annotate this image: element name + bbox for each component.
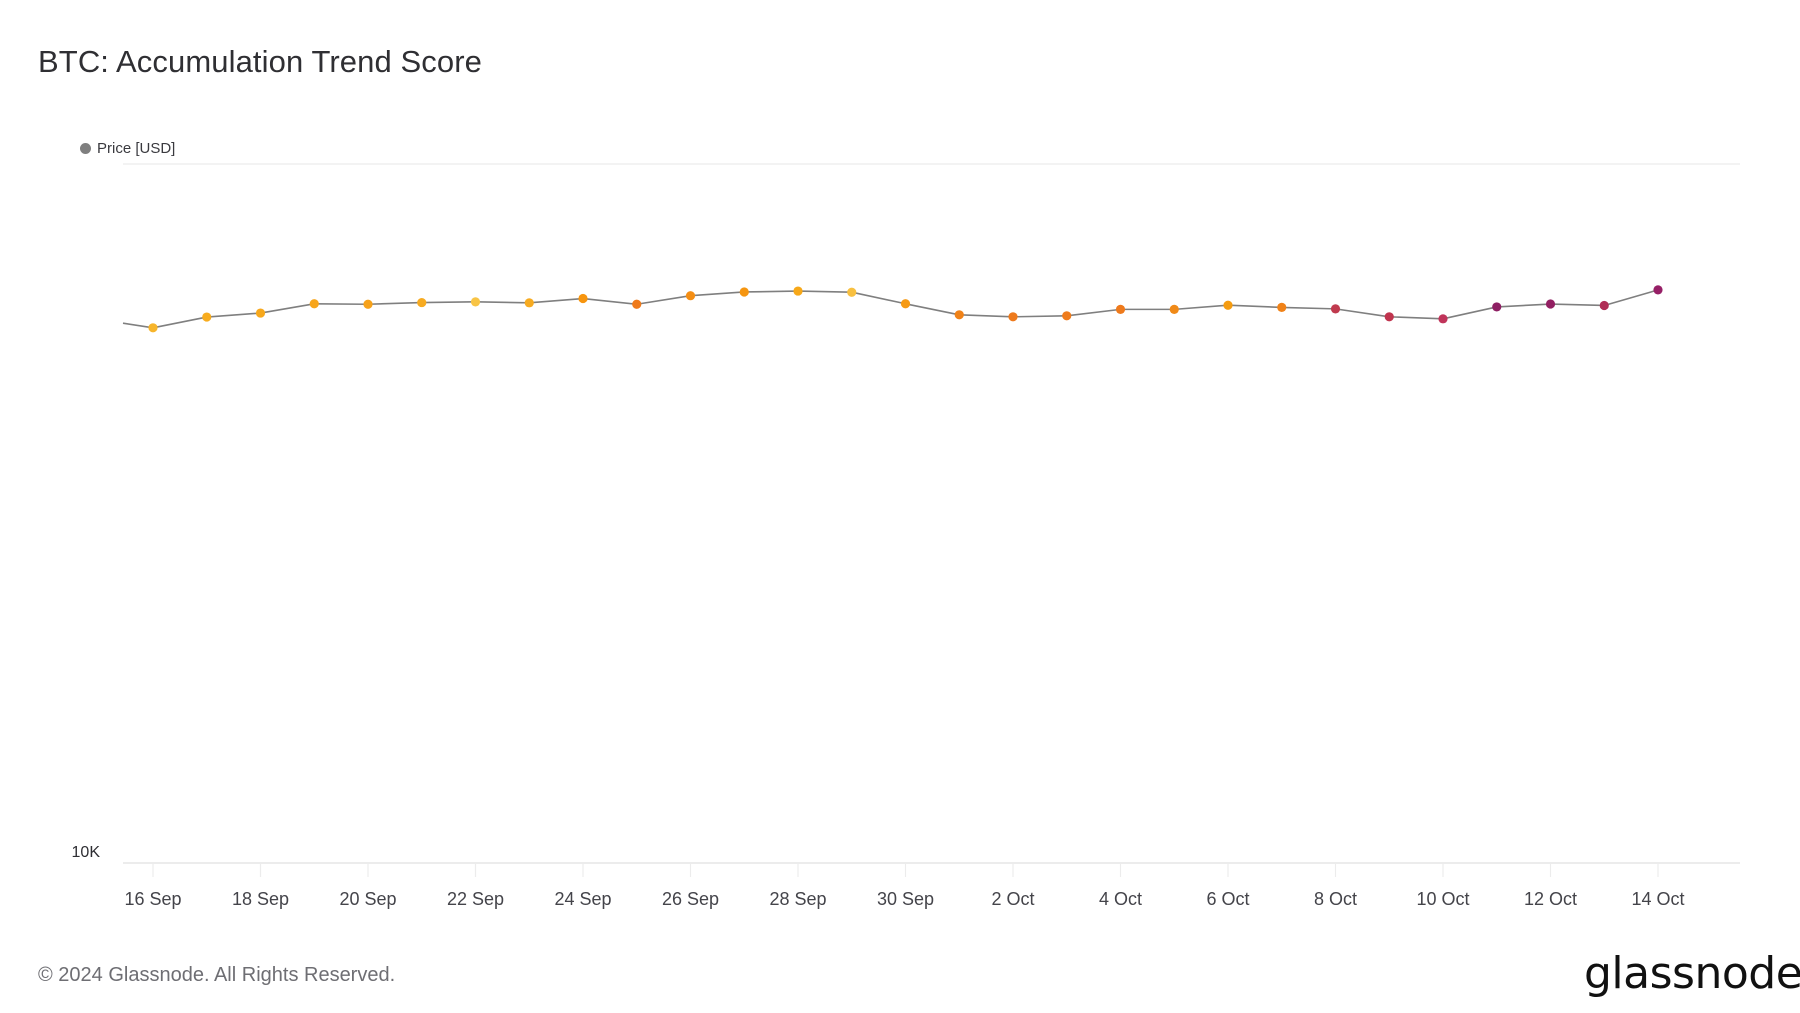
price-point xyxy=(255,308,266,318)
series-points xyxy=(148,285,1663,333)
price-line-segment xyxy=(690,291,745,297)
price-point xyxy=(578,293,588,304)
price-line-segment xyxy=(260,302,315,314)
x-tick-label: 8 Oct xyxy=(1314,889,1357,909)
x-tick-label: 22 Sep xyxy=(447,889,504,909)
price-line-segment xyxy=(1335,308,1390,318)
price-point xyxy=(847,287,857,297)
price-point xyxy=(202,312,212,322)
price-line-segment xyxy=(744,290,799,293)
price-point xyxy=(1062,311,1072,321)
price-point xyxy=(739,287,749,297)
price-point xyxy=(1008,312,1018,322)
copyright-text: © 2024 Glassnode. All Rights Reserved. xyxy=(38,964,396,986)
price-point xyxy=(1545,299,1556,309)
x-tick-label: 28 Sep xyxy=(769,889,826,909)
price-point xyxy=(900,299,911,309)
price-point xyxy=(685,291,696,301)
price-line-segment xyxy=(367,301,422,306)
price-point xyxy=(1277,302,1287,313)
price-point xyxy=(417,297,427,308)
price-line-segment xyxy=(1442,306,1497,320)
x-tick-label: 4 Oct xyxy=(1099,889,1142,909)
x-tick-label: 6 Oct xyxy=(1206,889,1249,909)
price-line-segment xyxy=(959,314,1014,318)
price-point xyxy=(954,310,964,320)
x-tick-label: 2 Oct xyxy=(991,889,1034,909)
price-point xyxy=(1599,300,1609,311)
x-tick-label: 10 Oct xyxy=(1416,889,1469,909)
price-line-segment xyxy=(529,297,584,304)
x-tick-label: 30 Sep xyxy=(877,889,934,909)
price-point xyxy=(1438,314,1448,324)
grid-lines xyxy=(123,163,1740,864)
price-point xyxy=(524,298,534,308)
x-tick-label: 12 Oct xyxy=(1524,889,1577,909)
x-tick-label: 18 Sep xyxy=(232,889,289,909)
x-tick-label: 24 Sep xyxy=(554,889,611,909)
price-point xyxy=(1330,304,1341,314)
price-line-segment xyxy=(1227,304,1282,309)
price-point xyxy=(793,286,803,296)
price-point xyxy=(148,323,158,333)
chart-svg: 16 Sep 18 Sep 20 Sep 22 Sep 24 Sep 26 Sep 28 S… xyxy=(72,163,1740,909)
price-point xyxy=(309,299,319,309)
price-point xyxy=(1169,304,1179,314)
price-line-segment xyxy=(636,294,691,306)
price-line-segment xyxy=(797,290,852,294)
x-tick-label: 14 Oct xyxy=(1631,889,1684,909)
x-tick-label: 16 Sep xyxy=(124,889,181,909)
price-line-segment xyxy=(1066,308,1121,317)
price-line-segment xyxy=(1604,289,1659,307)
price-line-segment xyxy=(905,302,960,316)
x-tick-label: 26 Sep xyxy=(662,889,719,909)
y-tick-label: 10K xyxy=(72,844,101,861)
price-line-segment xyxy=(421,301,476,304)
price-point xyxy=(1653,285,1663,295)
price-line-segment xyxy=(851,291,906,305)
price-line-segment xyxy=(206,312,261,318)
price-line-segment xyxy=(1174,304,1229,311)
price-line-segment xyxy=(582,297,637,306)
price-line-segment xyxy=(1012,315,1067,318)
price-line-segment xyxy=(152,316,207,329)
price-point xyxy=(1492,302,1502,312)
price-line-segment xyxy=(1281,306,1336,310)
price-line-segment xyxy=(1496,303,1551,308)
series-lines xyxy=(122,289,1659,329)
price-point xyxy=(1223,300,1233,310)
y-axis: 10K xyxy=(72,844,101,861)
price-line-segment xyxy=(1550,303,1605,307)
price-line-segment xyxy=(1389,316,1444,320)
glassnode-logo[interactable]: glassnode xyxy=(1584,948,1800,999)
price-point xyxy=(632,299,642,309)
x-tick-label: 20 Sep xyxy=(339,889,396,909)
price-point xyxy=(470,297,481,307)
price-point xyxy=(363,299,373,309)
price-point xyxy=(1115,304,1126,314)
price-line-segment xyxy=(475,301,530,304)
x-axis: 16 Sep 18 Sep 20 Sep 22 Sep 24 Sep 26 Sep 28 S… xyxy=(124,863,1685,909)
price-point xyxy=(1384,312,1394,322)
